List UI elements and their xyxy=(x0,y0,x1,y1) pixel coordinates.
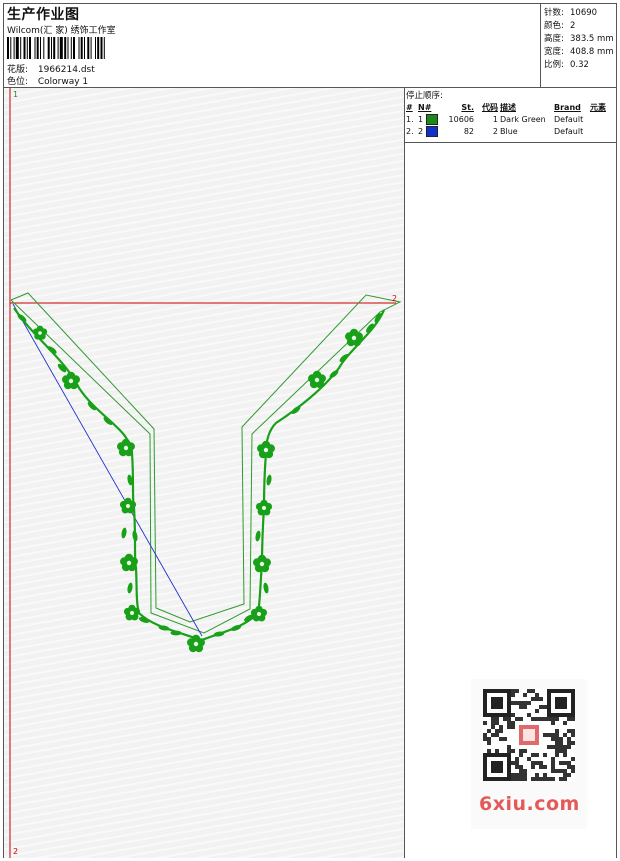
jump-stitch-line xyxy=(12,303,203,637)
watermark: 6xiu.com xyxy=(471,679,587,829)
col-index: # xyxy=(406,102,413,112)
stats-panel: 针数: 10690 颜色: 2 高度: 383.5 mm 宽度: 408.8 mm 比例… xyxy=(541,4,616,88)
col-code: 代码 xyxy=(482,102,498,112)
flower-icon xyxy=(117,438,135,457)
flower-icon xyxy=(255,499,273,516)
leaf-icon xyxy=(170,630,182,636)
table-header: # N# St. 代码 描述 Brand 元素 xyxy=(405,101,607,113)
color-swatch xyxy=(425,125,438,137)
flower-motifs xyxy=(32,325,363,653)
leaf-motifs xyxy=(17,313,382,637)
barcode-icon xyxy=(7,37,105,59)
stat-scale: 比例: 0.32 xyxy=(544,60,589,70)
leaf-icon xyxy=(103,417,113,425)
right-vine xyxy=(201,309,386,642)
watermark-brand: 6xiu.com xyxy=(479,793,580,815)
leaf-icon xyxy=(87,401,97,411)
col-description: 描述 xyxy=(500,102,516,112)
bottom-marker: 2 xyxy=(13,847,19,856)
design-canvas: 1 2 2 xyxy=(4,88,405,858)
col-element: 元素 xyxy=(590,102,606,112)
col-needle: N# xyxy=(418,102,432,112)
stat-height: 高度: 383.5 mm xyxy=(544,34,614,44)
stat-stitches: 针数: 10690 xyxy=(544,8,598,18)
flower-icon xyxy=(250,605,268,622)
table-row: 2. 2 82 2 Blue Default xyxy=(406,125,584,137)
left-vine xyxy=(13,307,201,642)
flower-icon xyxy=(62,371,80,390)
flower-icon xyxy=(253,554,271,573)
leaf-icon xyxy=(127,582,133,594)
colorway-value: Colorway 1 xyxy=(37,77,89,87)
color-swatch xyxy=(425,113,438,125)
qr-code-icon xyxy=(483,689,575,781)
end-marker: 2 xyxy=(392,294,398,303)
leaf-icon xyxy=(132,530,138,542)
colorway-label: 色位: xyxy=(7,77,29,87)
flower-icon xyxy=(308,370,326,389)
stop-sequence-box: 停止顺序: # N# St. 代码 描述 Brand 元素 1. 1 10606… xyxy=(405,88,616,143)
stat-colors: 颜色: 2 xyxy=(544,21,576,31)
header-panel: 生产作业图 Wilcom(汇 家) 绣饰工作室 花版: 1966214.dst … xyxy=(4,4,541,88)
sheet-title: 生产作业图 xyxy=(7,7,80,23)
appliqué-outline xyxy=(10,292,402,634)
flower-icon xyxy=(32,325,48,340)
flower-icon xyxy=(257,440,275,459)
stop-sequence-title: 停止顺序: xyxy=(406,91,443,101)
studio-name: Wilcom(汇 家) 绣饰工作室 xyxy=(7,26,116,36)
stop-sequence-table: # N# St. 代码 描述 Brand 元素 1. 1 10606 1 Dar… xyxy=(405,101,607,137)
leaf-icon xyxy=(255,530,261,542)
table-row: 1. 1 10606 1 Dark Green Default xyxy=(406,113,584,125)
leaf-icon xyxy=(121,527,127,539)
embroidery-preview xyxy=(9,88,402,858)
start-marker: 1 xyxy=(13,90,19,99)
leaf-icon xyxy=(266,474,272,486)
colorway-row: 色位: Colorway 1 xyxy=(7,74,88,87)
flower-icon xyxy=(187,634,205,653)
production-sheet: 生产作业图 Wilcom(汇 家) 绣饰工作室 花版: 1966214.dst … xyxy=(3,3,617,858)
col-stitches: St. xyxy=(461,102,474,112)
stat-width: 宽度: 408.8 mm xyxy=(544,47,614,57)
col-brand: Brand xyxy=(554,102,581,112)
leaf-icon xyxy=(263,582,269,594)
